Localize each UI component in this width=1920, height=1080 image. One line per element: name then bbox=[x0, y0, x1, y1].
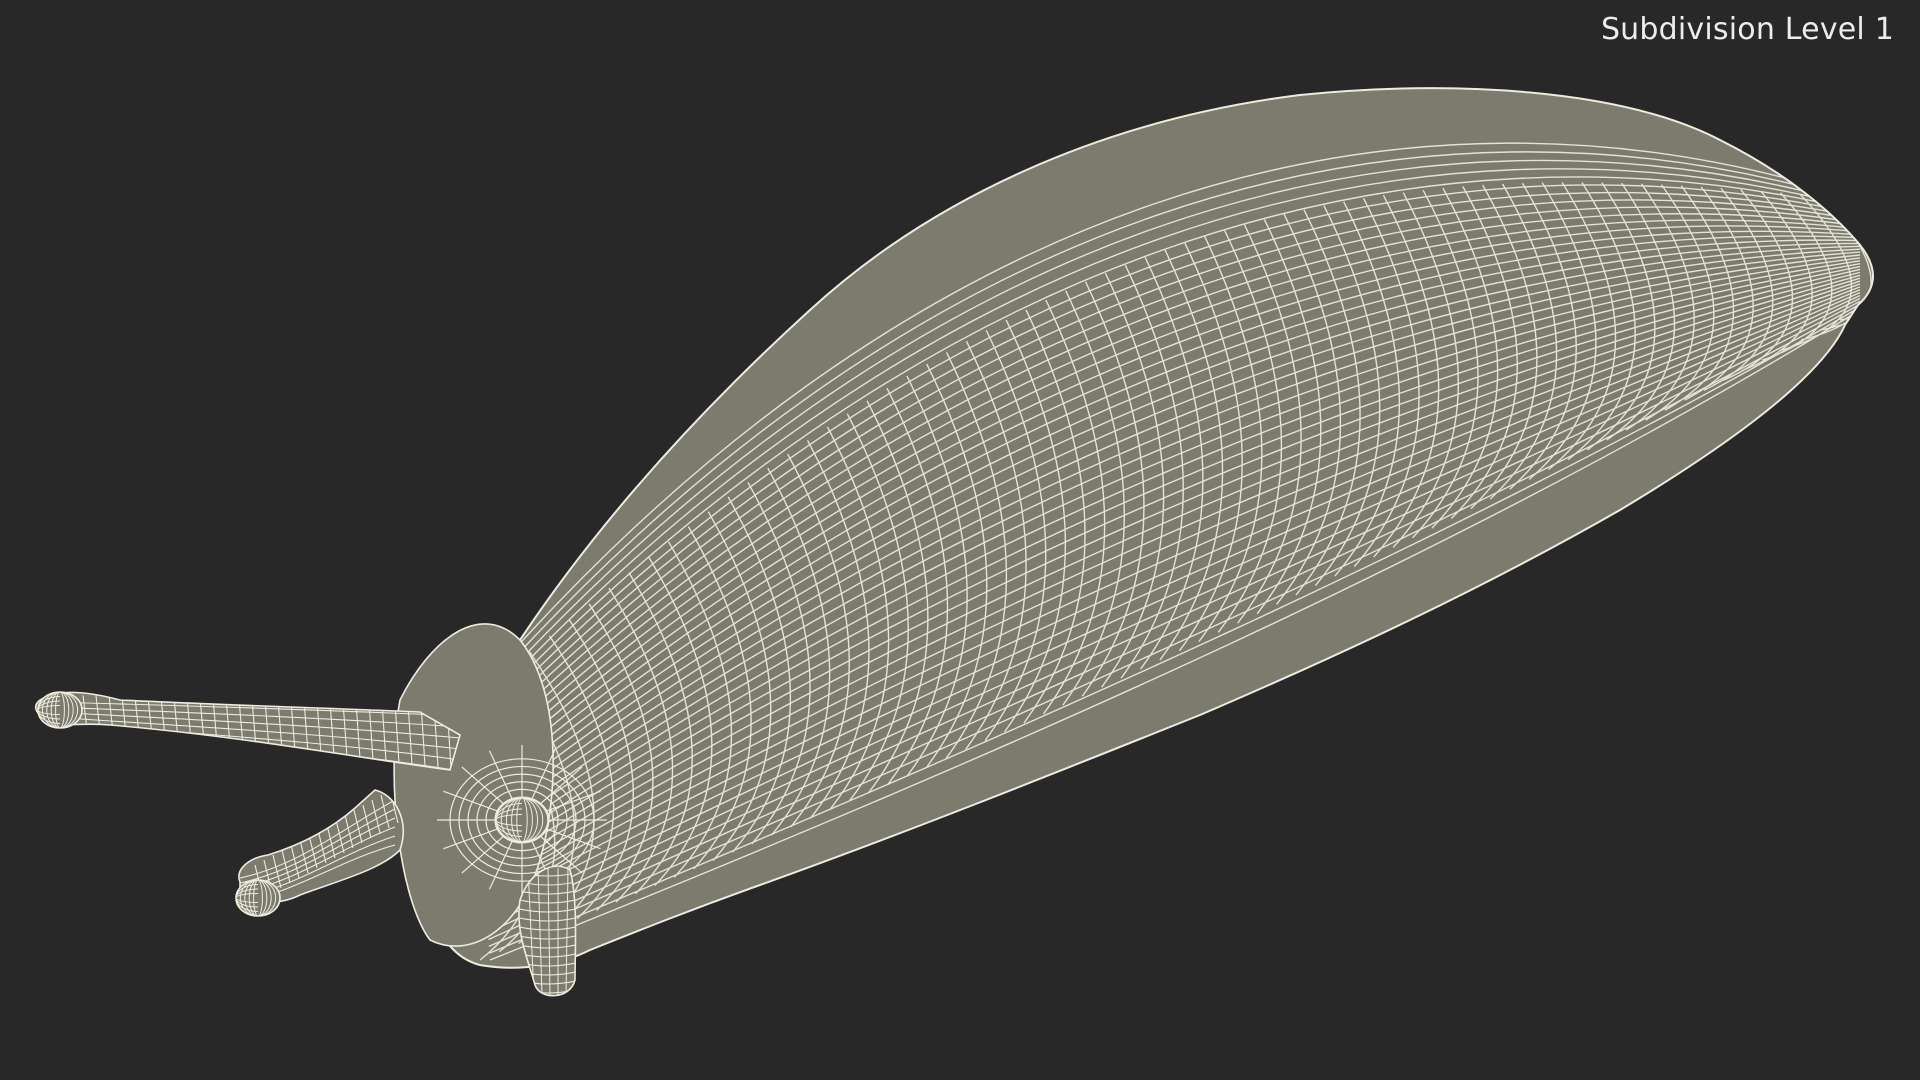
slug-body bbox=[421, 87, 1874, 969]
render-viewport: Subdivision Level 1 bbox=[0, 0, 1920, 1080]
slug-wireframe-render bbox=[34, 87, 1874, 997]
eye-nub bbox=[495, 797, 549, 843]
lower-tentacle bbox=[235, 789, 404, 917]
